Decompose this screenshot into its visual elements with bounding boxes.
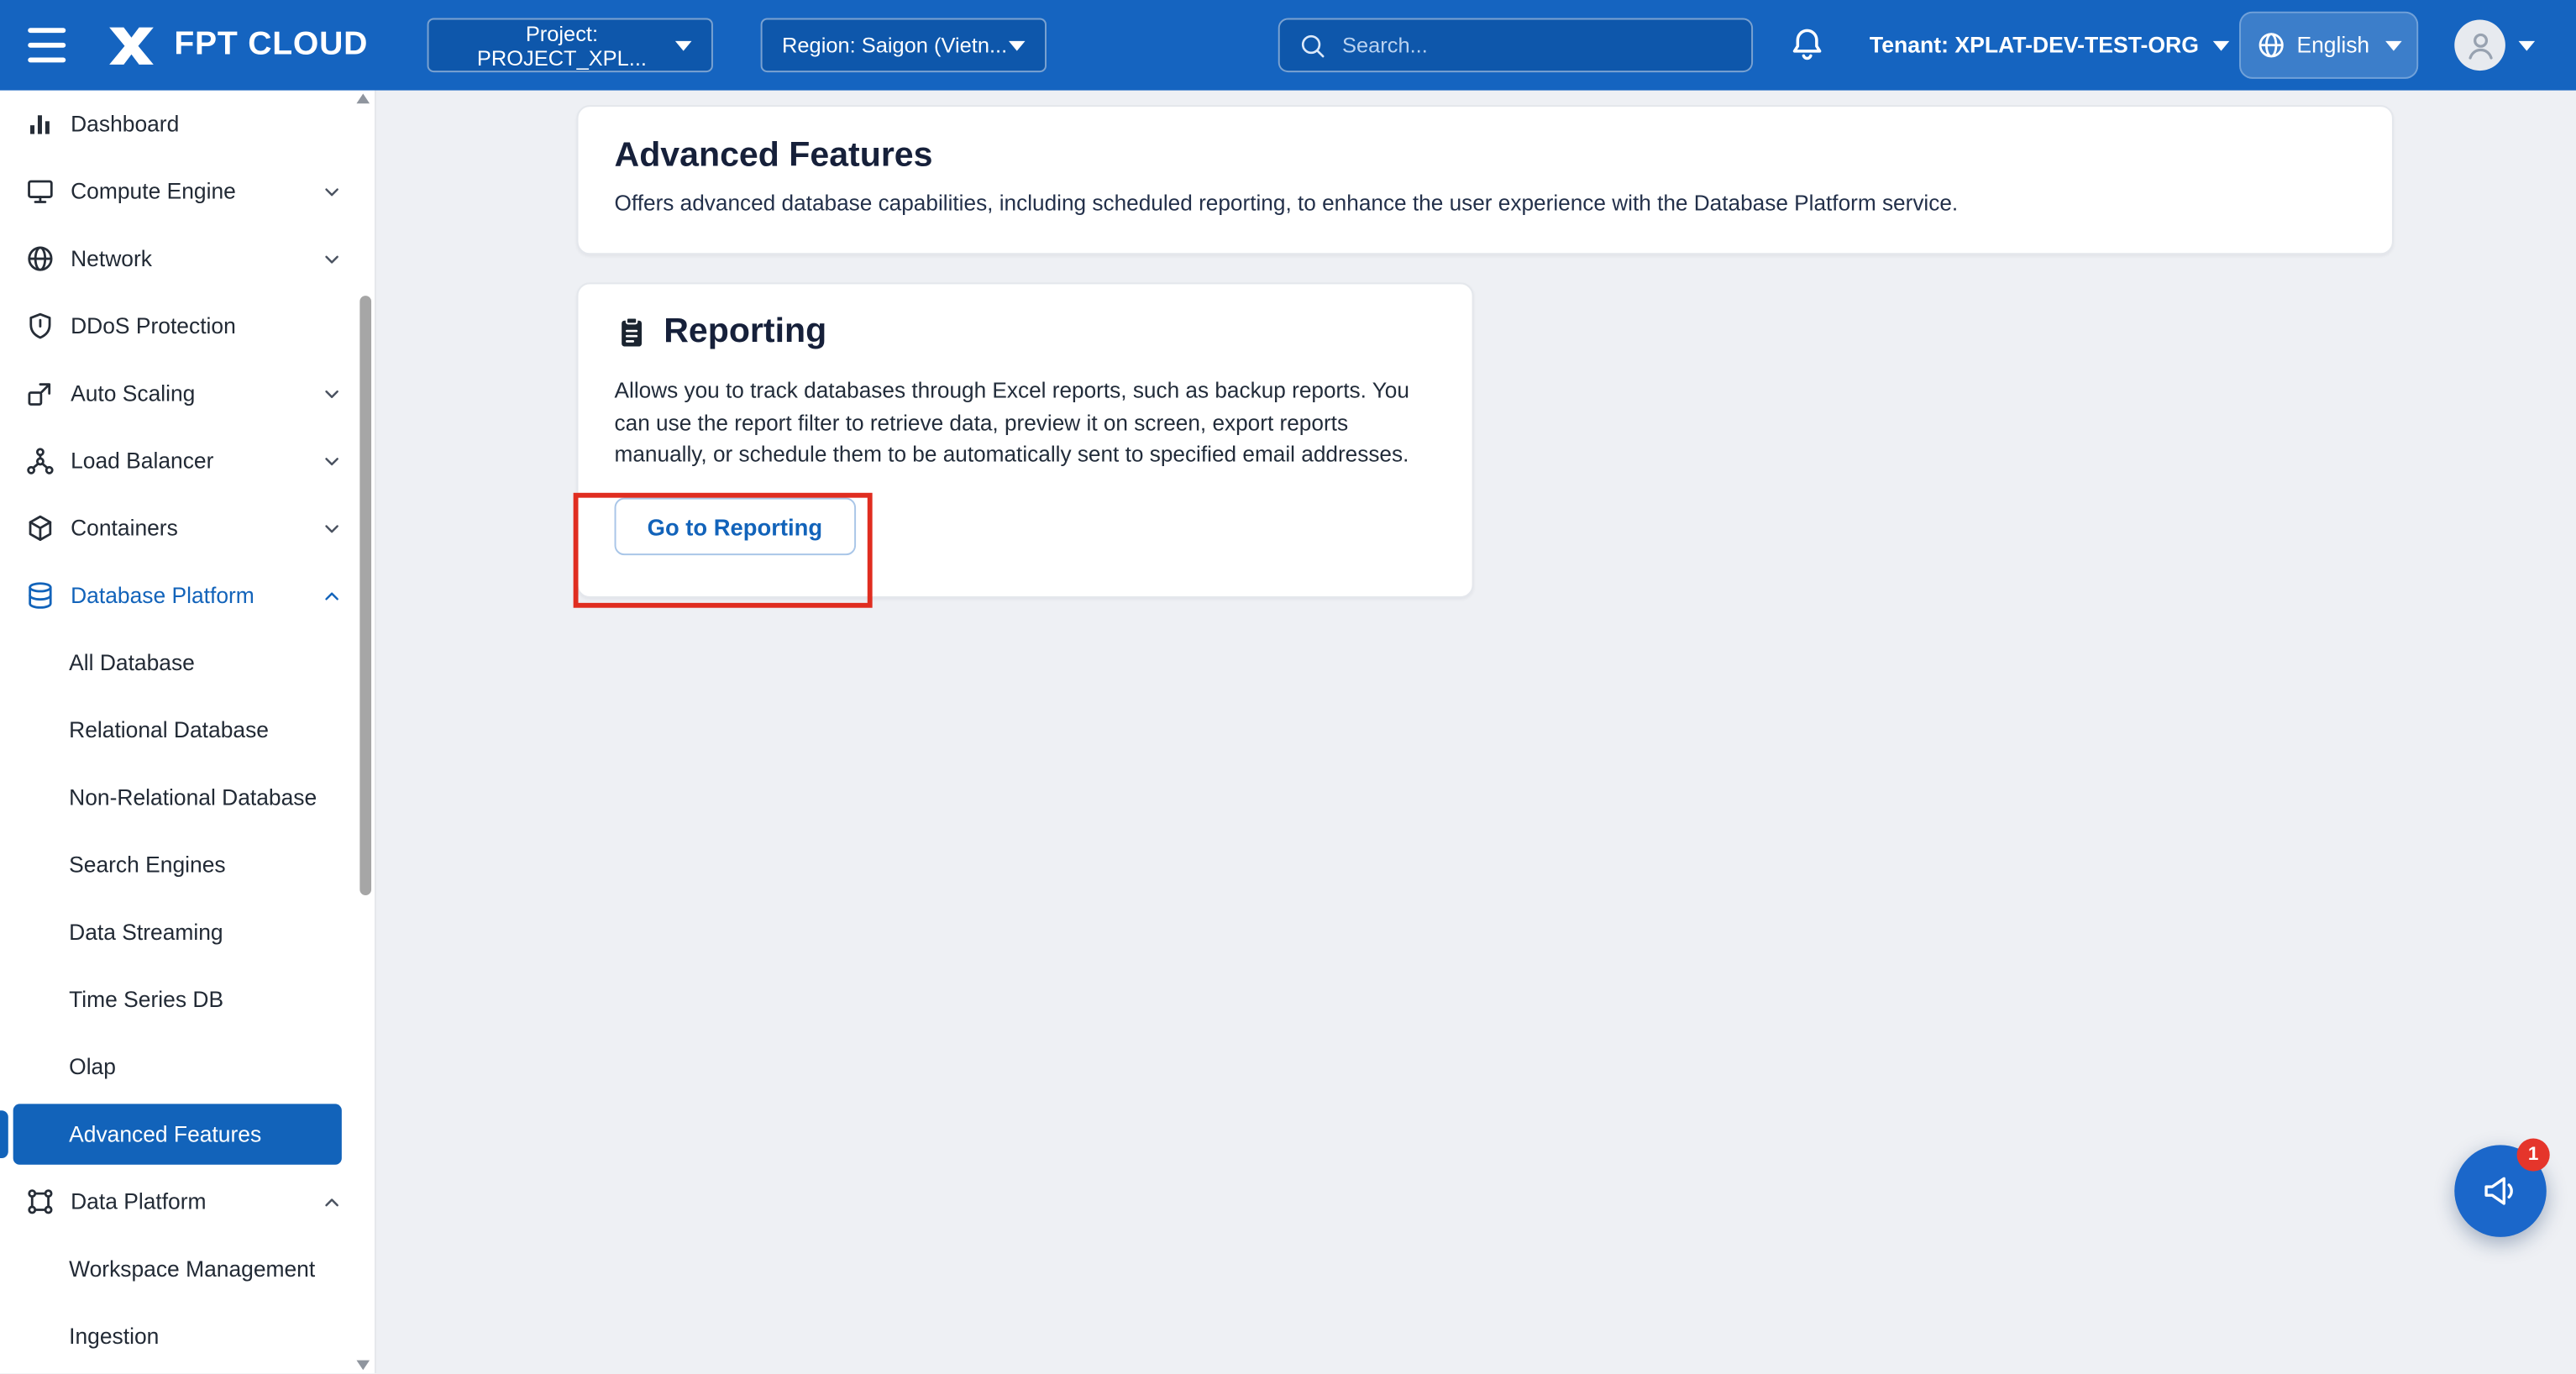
sidebar-item-label: Data Platform	[71, 1189, 206, 1214]
chevron-down-icon	[1009, 40, 1026, 50]
sidebar-item-olap[interactable]: Olap	[0, 1033, 375, 1100]
sidebar-item-label: Compute Engine	[71, 179, 236, 203]
sidebar-item-time-series-db[interactable]: Time Series DB	[0, 966, 375, 1033]
avatar-icon	[2454, 19, 2505, 71]
topbar: FPT CLOUD Project: PROJECT_XPL... Region…	[0, 0, 2576, 91]
notifications-button[interactable]	[1787, 23, 1830, 67]
sidebar-item-workspace-management[interactable]: Workspace Management	[0, 1235, 375, 1303]
sidebar-item-auto-scaling[interactable]: Auto Scaling	[0, 359, 375, 427]
network-icon	[24, 243, 55, 274]
chevron-down-icon[interactable]	[320, 247, 343, 270]
go-to-reporting-button[interactable]: Go to Reporting	[615, 498, 856, 555]
notification-badge: 1	[2517, 1139, 2550, 1172]
sidebar-item-compute-engine[interactable]: Compute Engine	[0, 158, 375, 225]
sidebar-item-label: All Database	[69, 651, 195, 675]
region-label: Region: Saigon (Vietn...	[782, 33, 1007, 57]
sidebar-item-relational-database[interactable]: Relational Database	[0, 696, 375, 763]
globe-icon	[2256, 29, 2287, 60]
reporting-title: Reporting	[664, 312, 826, 352]
search-icon	[1298, 30, 1327, 60]
chevron-down-icon[interactable]	[320, 382, 343, 405]
dashboard-icon	[24, 108, 55, 139]
region-selector[interactable]: Region: Saigon (Vietn...	[761, 18, 1047, 73]
user-menu[interactable]	[2454, 0, 2535, 91]
megaphone-icon	[2479, 1170, 2522, 1213]
sidebar-item-containers[interactable]: Containers	[0, 495, 375, 562]
clipboard-icon	[615, 315, 649, 349]
sidebar-item-search-engines[interactable]: Search Engines	[0, 831, 375, 899]
sidebar-item-label: Workspace Management	[69, 1256, 315, 1281]
chevron-down-icon[interactable]	[320, 449, 343, 472]
page-description: Offers advanced database capabilities, i…	[615, 191, 2356, 215]
reporting-card: Reporting Allows you to track databases …	[577, 282, 1474, 598]
project-label: Project: PROJECT_XPL...	[449, 20, 675, 70]
sidebar-item-database-platform[interactable]: Database Platform	[0, 562, 375, 629]
search-box	[1278, 18, 1753, 73]
sidebar-item-label: Relational Database	[69, 718, 269, 742]
sidebar-item-label: Database Platform	[71, 583, 254, 607]
sidebar-item-all-database[interactable]: All Database	[0, 629, 375, 696]
sidebar-item-label: Auto Scaling	[71, 381, 195, 406]
fpt-logo-icon	[103, 18, 160, 74]
tenant-selector[interactable]: Tenant: XPLAT-DEV-TEST-ORG	[1870, 0, 2230, 91]
chevron-up-icon[interactable]	[320, 584, 343, 606]
sidebar-item-label: Advanced Features	[69, 1122, 261, 1146]
compute-engine-icon	[24, 176, 55, 207]
load-balancer-icon	[24, 445, 55, 476]
reporting-card-title-row: Reporting	[615, 312, 1436, 352]
sidebar-item-advanced-features[interactable]: Advanced Features	[13, 1104, 342, 1164]
brand-logo[interactable]: FPT CLOUD	[103, 0, 368, 91]
app-root: FPT CLOUD Project: PROJECT_XPL... Region…	[0, 0, 2576, 1373]
announcements-button[interactable]: 1	[2454, 1145, 2547, 1237]
chevron-down-icon	[2213, 40, 2230, 50]
chevron-up-icon[interactable]	[320, 1190, 343, 1213]
chevron-down-icon	[675, 40, 692, 50]
sidebar-item-label: Dashboard	[71, 112, 179, 136]
sidebar-item-network[interactable]: Network	[0, 225, 375, 292]
reporting-description: Allows you to track databases through Ex…	[615, 375, 1440, 472]
language-selector[interactable]: English	[2239, 12, 2418, 79]
sidebar-item-label: Network	[71, 246, 152, 270]
shield-icon	[24, 311, 55, 342]
sidebar-item-data-platform[interactable]: Data Platform	[0, 1168, 375, 1235]
chevron-down-icon	[2519, 40, 2536, 50]
sidebar-item-label: Search Engines	[69, 852, 225, 877]
sidebar-item-data-streaming[interactable]: Data Streaming	[0, 899, 375, 966]
search-input[interactable]	[1342, 33, 1734, 57]
chevron-down-icon[interactable]	[320, 180, 343, 202]
data-platform-icon	[24, 1186, 55, 1217]
scroll-up-icon[interactable]	[356, 93, 370, 103]
project-selector[interactable]: Project: PROJECT_XPL...	[428, 18, 713, 73]
bell-icon	[1787, 24, 1827, 66]
sidebar-item-label: DDoS Protection	[71, 314, 236, 338]
database-icon	[24, 579, 55, 611]
sidebar-item-label: Data Streaming	[69, 920, 223, 944]
main-content: Advanced Features Offers advanced databa…	[376, 91, 2576, 1374]
scroll-down-icon[interactable]	[356, 1361, 370, 1371]
advanced-features-header-card: Advanced Features Offers advanced databa…	[577, 105, 2394, 254]
sidebar-item-label: Olap	[69, 1055, 116, 1079]
sidebar-item-dashboard[interactable]: Dashboard	[0, 91, 375, 158]
sidebar-item-label: Ingestion	[69, 1324, 159, 1349]
sidebar-scrollbar-thumb[interactable]	[359, 296, 371, 895]
sidebar-item-label: Time Series DB	[69, 988, 223, 1012]
sidebar: Dashboard Compute Engine Network D	[0, 91, 376, 1374]
sidebar-item-non-relational-database[interactable]: Non-Relational Database	[0, 764, 375, 831]
brand-name: FPT CLOUD	[174, 26, 368, 64]
tenant-label: Tenant: XPLAT-DEV-TEST-ORG	[1870, 33, 2199, 57]
sidebar-item-ingestion[interactable]: Ingestion	[0, 1303, 375, 1370]
chevron-down-icon	[2386, 40, 2403, 50]
sidebar-item-label: Containers	[71, 516, 178, 540]
auto-scaling-icon	[24, 378, 55, 409]
menu-icon[interactable]	[23, 24, 72, 66]
sidebar-item-label: Non-Relational Database	[69, 785, 317, 810]
page-title: Advanced Features	[615, 136, 2356, 176]
language-label: English	[2296, 33, 2369, 57]
sidebar-item-ddos-protection[interactable]: DDoS Protection	[0, 292, 375, 359]
chevron-down-icon[interactable]	[320, 517, 343, 539]
containers-icon	[24, 512, 55, 543]
sidebar-item-label: Load Balancer	[71, 448, 213, 473]
sidebar-item-load-balancer[interactable]: Load Balancer	[0, 427, 375, 495]
